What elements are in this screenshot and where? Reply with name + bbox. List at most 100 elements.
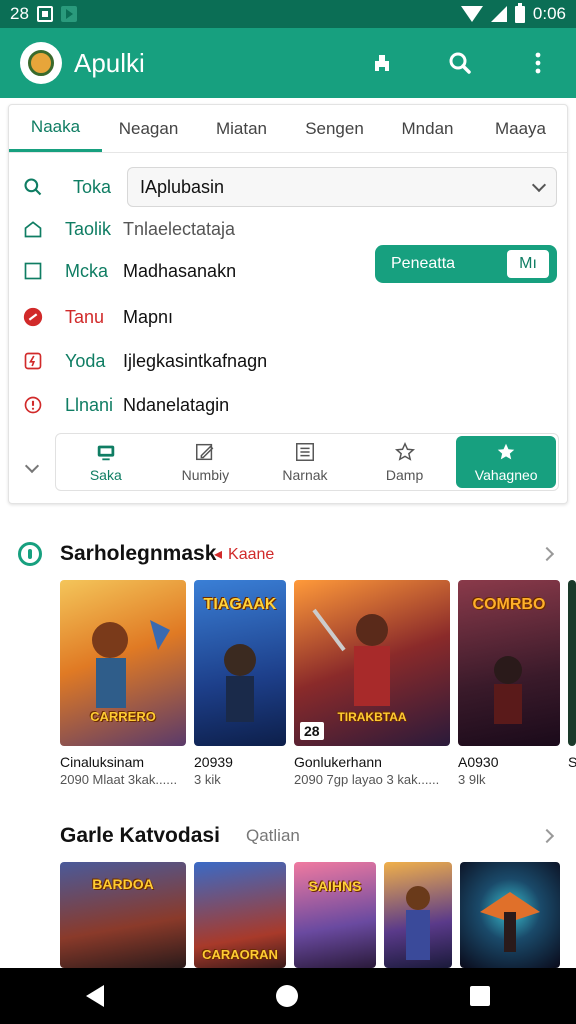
tab-5[interactable]: Maaya (474, 105, 567, 152)
rating-badge: 28 (300, 722, 324, 740)
row4-label: Tanu (65, 306, 105, 327)
select-label: Toka (73, 176, 112, 197)
more-options-button[interactable] (516, 41, 560, 85)
nav-label-3: Damp (385, 467, 424, 483)
tab-4[interactable]: Mndan (381, 105, 474, 152)
category-carousel: BARDOA CARAORAN SAIHNS (0, 862, 576, 968)
game-card[interactable]: SAIHNS (294, 862, 376, 968)
edit-icon (196, 443, 214, 461)
status-bar: 28 0:06 (0, 0, 576, 28)
row2-value: Tnlaelectataja (123, 218, 236, 239)
battery-icon (514, 2, 525, 23)
nav-item-3[interactable]: Damp (355, 434, 455, 490)
tab-2[interactable]: Miatan (195, 105, 288, 152)
info-icon (21, 393, 45, 417)
game-art-title: COMRBO (472, 596, 546, 613)
row3-value: Madhasanakn (123, 260, 237, 281)
tab-1[interactable]: Neagan (102, 105, 195, 152)
game-card[interactable] (384, 862, 452, 968)
record-icon (21, 305, 45, 329)
game-card[interactable] (460, 862, 560, 968)
star-outline-icon (394, 441, 415, 461)
row5-label: Yoda (65, 350, 106, 371)
game-art-title: CARRERO (90, 709, 156, 724)
row6-value: Ndanelatagin (123, 394, 230, 415)
hero-illustration (480, 892, 540, 952)
select-value: IAplubasin (140, 176, 225, 197)
section-title: Garle Katvodasi (60, 824, 220, 847)
filter-nav: Saka Numbiy Narnak Damp Vahagneo (55, 433, 559, 491)
game-art (568, 580, 576, 746)
section-featured: Sarholegnmask ◂ Kaane (0, 534, 576, 574)
nav-item-4[interactable]: Vahagneo (456, 436, 556, 488)
chevron-right-icon[interactable] (539, 546, 555, 562)
form-row-2: Taolik Tnlaelectataja (9, 209, 569, 249)
house-icon (21, 217, 45, 241)
game-card[interactable]: CARRERO Cinaluksinam 2090 Mlaat 3kak....… (60, 580, 186, 790)
game-art-title: SAIHNS (308, 878, 362, 894)
app-logo (20, 42, 62, 84)
games-icon-button[interactable] (360, 41, 404, 85)
more-vert-icon (535, 52, 541, 74)
game-meta: 3 kik (194, 772, 221, 787)
game-name: A0930 (458, 754, 499, 770)
status-time: 0:06 (532, 4, 566, 23)
section-header: Garle Katvodasi Qatlian (0, 816, 576, 856)
game-art: CARAORAN (194, 862, 286, 968)
toggle-off-label: Mı (507, 250, 549, 278)
filter-card: Naaka Neagan Miatan Sengen Mndan Maaya T… (8, 104, 568, 504)
nav-item-2[interactable]: Narnak (255, 434, 355, 490)
row5-value: Ijlegkasintkafnagn (123, 350, 268, 371)
game-art: COMRBO (458, 580, 560, 746)
system-nav-bar (0, 968, 576, 1024)
search-button[interactable] (438, 41, 482, 85)
hero-illustration (406, 886, 430, 960)
app-title: Apulki (74, 47, 145, 78)
app-bar: Apulki (0, 28, 576, 98)
featured-carousel: CARRERO Cinaluksinam 2090 Mlaat 3kak....… (0, 580, 576, 800)
game-name: Gonlukerhann (294, 754, 382, 770)
row3-label: Mcka (65, 260, 109, 281)
game-art: BARDOA (60, 862, 186, 968)
section-tag: ◂ Kaane (214, 546, 275, 563)
expand-chevron-icon[interactable] (24, 458, 40, 474)
nav-label-1: Numbiy (181, 467, 230, 483)
play-store-icon (60, 6, 77, 22)
game-card[interactable]: COMRBO A0930 3 9lk (458, 580, 560, 790)
chevron-right-icon[interactable] (539, 828, 555, 844)
game-card[interactable]: S (568, 580, 576, 790)
game-card[interactable]: TIAGAAK 20939 3 kik (194, 580, 286, 790)
back-icon[interactable] (86, 985, 104, 1007)
tablet-icon (97, 445, 115, 461)
game-card[interactable]: BARDOA (60, 862, 186, 968)
game-art-title: BARDOA (92, 876, 154, 892)
game-card[interactable]: TIRAKBTAA 28 Gonlukerhann 2090 7gp layao… (294, 580, 450, 790)
tab-0[interactable]: Naaka (9, 105, 102, 152)
row6-label: Llnani (65, 394, 114, 415)
game-name: 20939 (194, 754, 233, 770)
nav-item-1[interactable]: Numbiy (156, 434, 256, 490)
nav-label-2: Narnak (282, 467, 328, 483)
star-icon (497, 443, 515, 460)
nav-item-0[interactable]: Saka (56, 434, 156, 490)
recents-icon[interactable] (470, 986, 490, 1006)
nav-label-0: Saka (89, 467, 122, 483)
status-time-left: 28 (10, 4, 29, 23)
category-select[interactable]: IAplubasin (127, 167, 557, 207)
form-row-6: Llnani Ndanelatagin (9, 385, 569, 425)
game-name: S (568, 754, 576, 770)
home-icon[interactable] (276, 985, 298, 1007)
nav-label-4: Vahagneo (474, 467, 538, 483)
tab-3[interactable]: Sengen (288, 105, 381, 152)
tab-bar: Naaka Neagan Miatan Sengen Mndan Maaya (9, 105, 567, 153)
checkbox[interactable] (21, 259, 45, 283)
game-card[interactable]: CARAORAN (194, 862, 286, 968)
section-categories: Garle Katvodasi Qatlian (0, 816, 576, 856)
form-row-4: Tanu Mapnı (9, 297, 569, 337)
game-art (384, 862, 452, 968)
game-meta: 2090 Mlaat 3kak...... (60, 772, 178, 787)
wifi-icon (460, 6, 483, 22)
mode-toggle[interactable]: Peneatta Mı (375, 245, 557, 283)
signal-icon (490, 6, 507, 22)
section-title: Sarholegnmask (60, 542, 217, 565)
